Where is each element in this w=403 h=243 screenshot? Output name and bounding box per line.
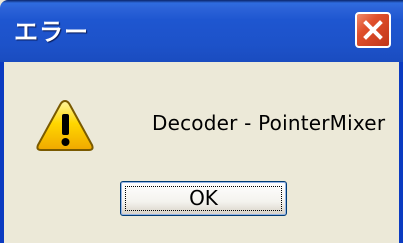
error-dialog: エラー Decoder - PointerMixer OK — [0, 0, 403, 243]
close-icon — [363, 20, 383, 40]
dialog-title: エラー — [14, 18, 89, 46]
ok-button-label: OK — [189, 186, 218, 210]
warning-icon — [36, 99, 94, 151]
ok-button[interactable]: OK — [120, 181, 287, 216]
error-message: Decoder - PointerMixer — [152, 111, 386, 135]
window-frame-right — [399, 62, 403, 243]
title-bar[interactable]: エラー — [0, 0, 403, 62]
close-button[interactable] — [355, 12, 391, 48]
